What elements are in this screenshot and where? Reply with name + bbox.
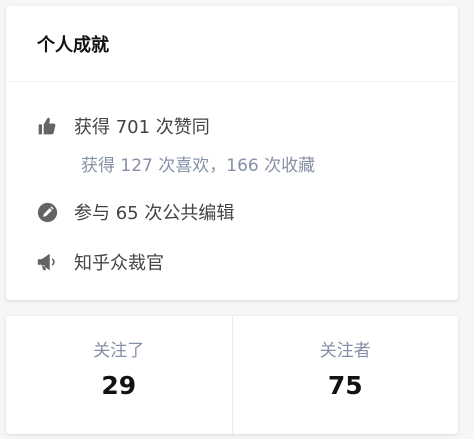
achievements-header: 个人成就 bbox=[6, 6, 458, 82]
following-item[interactable]: 关注了 29 bbox=[6, 316, 232, 434]
achievements-card: 个人成就 获得 701 次赞同 获得 127 次喜欢，166 次收藏 参与 65… bbox=[6, 6, 458, 300]
moderator-row: 知乎众裁官 bbox=[36, 249, 164, 275]
followers-label: 关注者 bbox=[319, 341, 371, 361]
edits-row: 参与 65 次公共编辑 bbox=[36, 199, 234, 225]
followers-count: 75 bbox=[327, 371, 363, 400]
likes-sub-text: 获得 127 次喜欢，166 次收藏 bbox=[81, 156, 316, 176]
likes-text: 获得 701 次赞同 bbox=[74, 117, 210, 138]
thumbs-up-icon bbox=[36, 115, 58, 137]
following-label: 关注了 bbox=[93, 341, 145, 361]
follow-card: 关注了 29 关注者 75 bbox=[6, 316, 458, 434]
followers-item[interactable]: 关注者 75 bbox=[231, 316, 459, 434]
moderator-text[interactable]: 知乎众裁官 bbox=[74, 249, 164, 275]
edits-text[interactable]: 参与 65 次公共编辑 bbox=[74, 199, 234, 225]
likes-row: 获得 701 次赞同 bbox=[36, 113, 210, 139]
pencil-icon bbox=[36, 201, 58, 223]
megaphone-icon bbox=[36, 251, 58, 273]
following-count: 29 bbox=[101, 371, 137, 400]
achievements-title: 个人成就 bbox=[37, 34, 109, 56]
